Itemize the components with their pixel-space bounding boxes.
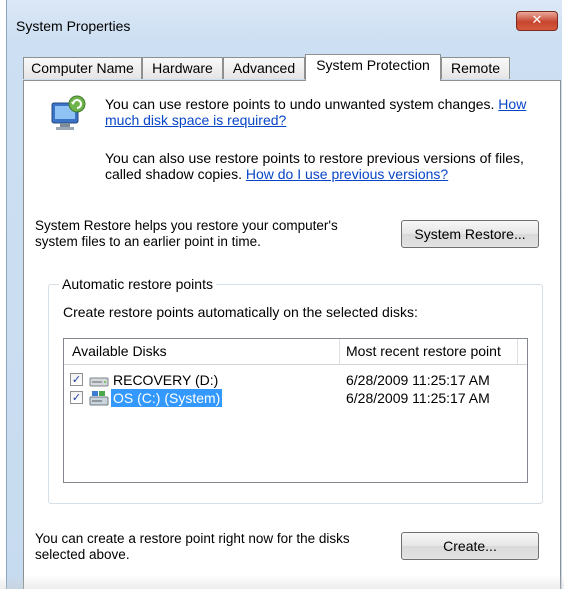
disk-row-recovery[interactable]: ✓ RECOVERY (D:) 6/28/2009 11:25:17 AM bbox=[64, 371, 527, 389]
system-restore-description: System Restore helps you restore your co… bbox=[35, 218, 338, 249]
drive-icon bbox=[89, 377, 109, 387]
disk-checkbox-recovery[interactable]: ✓ bbox=[70, 373, 83, 386]
list-header: Available Disks Most recent restore poin… bbox=[64, 339, 527, 365]
automatic-restore-points-group: Automatic restore points Create restore … bbox=[48, 276, 543, 504]
column-most-recent-restore-point[interactable]: Most recent restore point bbox=[346, 343, 501, 359]
tab-advanced[interactable]: Advanced bbox=[223, 57, 305, 79]
tab-system-protection[interactable]: System Protection bbox=[305, 54, 441, 81]
intro-text-1: You can use restore points to undo unwan… bbox=[105, 96, 495, 112]
disk-checkbox-os[interactable]: ✓ bbox=[70, 391, 83, 404]
restore-instruction: Create restore points automatically on t… bbox=[63, 304, 418, 320]
tab-remote[interactable]: Remote bbox=[441, 57, 510, 79]
window-title: System Properties bbox=[16, 18, 131, 34]
available-disks-list[interactable]: Available Disks Most recent restore poin… bbox=[63, 338, 528, 483]
system-drive-icon bbox=[89, 391, 109, 406]
system-restore-button[interactable]: System Restore... bbox=[401, 220, 539, 248]
intro-paragraph-2: You can also use restore points to resto… bbox=[105, 150, 545, 182]
column-divider[interactable] bbox=[339, 339, 340, 364]
previous-versions-link[interactable]: How do I use previous versions? bbox=[246, 166, 448, 182]
disk-row-os[interactable]: ✓ OS (C:) (System) 6/28/2009 11:25:17 AM bbox=[64, 389, 527, 407]
disk-name-os: OS (C:) (System) bbox=[111, 389, 223, 407]
disk-name-recovery: RECOVERY (D:) bbox=[113, 372, 219, 388]
disk-date-os: 6/28/2009 11:25:17 AM bbox=[346, 390, 490, 406]
column-divider[interactable] bbox=[517, 339, 518, 364]
window-bottom-shadow bbox=[0, 575, 564, 589]
system-protection-panel: You can use restore points to undo unwan… bbox=[23, 80, 561, 589]
close-button[interactable]: ✕ bbox=[516, 11, 558, 31]
group-title: Automatic restore points bbox=[59, 276, 216, 292]
intro-paragraph-1: You can use restore points to undo unwan… bbox=[105, 96, 545, 128]
create-button[interactable]: Create... bbox=[401, 532, 539, 560]
system-protection-icon bbox=[51, 95, 86, 130]
tab-hardware[interactable]: Hardware bbox=[142, 57, 223, 79]
column-available-disks[interactable]: Available Disks bbox=[72, 343, 167, 359]
create-description: You can create a restore point right now… bbox=[35, 531, 350, 562]
tab-computer-name[interactable]: Computer Name bbox=[23, 57, 142, 79]
disk-date-recovery: 6/28/2009 11:25:17 AM bbox=[346, 372, 490, 388]
